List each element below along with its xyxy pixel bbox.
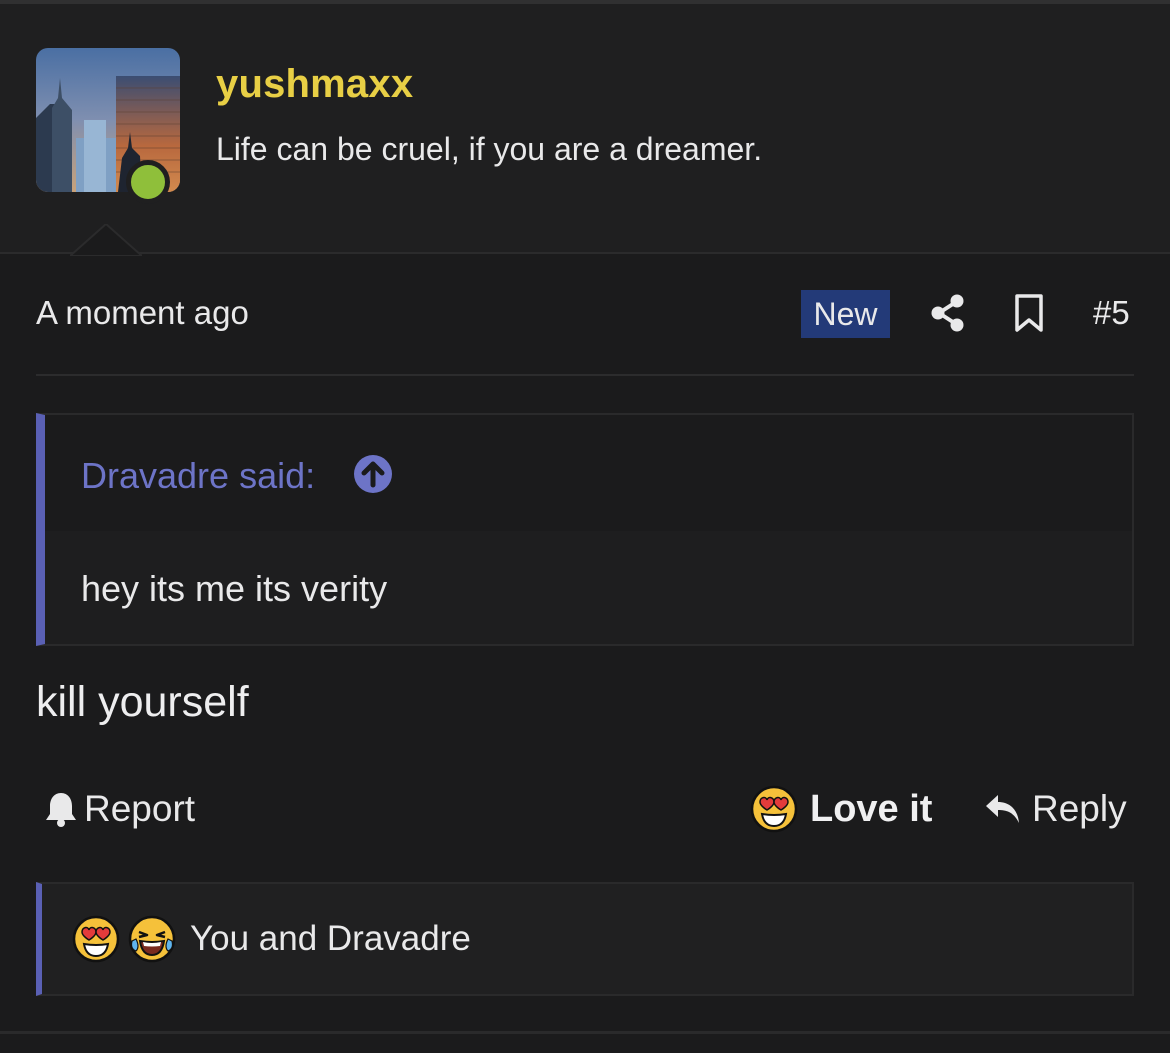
love-it-reaction-button[interactable]: Love it	[750, 784, 932, 834]
user-caret-arrow	[70, 224, 142, 260]
reply-label: Reply	[1032, 788, 1127, 829]
bookmark-icon[interactable]	[1012, 293, 1046, 333]
arrow-up-circle-icon[interactable]	[353, 454, 393, 494]
reply-button[interactable]: Reply	[984, 786, 1127, 832]
avatar[interactable]	[36, 48, 180, 204]
new-badge: New	[801, 290, 890, 338]
laughing-crying-emoji-icon	[128, 915, 176, 963]
divider	[36, 374, 1134, 376]
post-number-link[interactable]: #5	[1093, 294, 1130, 332]
quote-header: Dravadre said:	[45, 415, 1132, 531]
post-bottom-divider	[0, 1031, 1170, 1034]
reactions-summary-text[interactable]: You and Dravadre	[190, 919, 471, 959]
user-title: Life can be cruel, if you are a dreamer.	[216, 131, 763, 167]
heart-eyes-emoji-icon	[750, 785, 798, 833]
quote-block: Dravadre said: hey its me its verity	[36, 413, 1134, 646]
report-label: Report	[84, 788, 196, 829]
reply-arrow-icon	[986, 795, 1019, 823]
post-message: kill yourself	[36, 678, 249, 726]
reactions-summary-bar[interactable]: You and Dravadre	[36, 882, 1134, 996]
post-timestamp[interactable]: A moment ago	[36, 294, 249, 332]
heart-eyes-emoji-icon	[72, 915, 120, 963]
share-icon[interactable]	[928, 293, 968, 333]
report-button[interactable]: Report	[44, 786, 195, 832]
post-user-header: yushmaxx Life can be cruel, if you are a…	[0, 4, 1170, 260]
quote-text: hey its me its verity	[81, 568, 388, 609]
online-status-indicator	[126, 160, 170, 204]
username-link[interactable]: yushmaxx	[216, 62, 413, 107]
bell-icon	[46, 793, 76, 827]
quote-author-link[interactable]: Dravadre said:	[81, 455, 315, 497]
love-it-label: Love it	[810, 787, 933, 830]
